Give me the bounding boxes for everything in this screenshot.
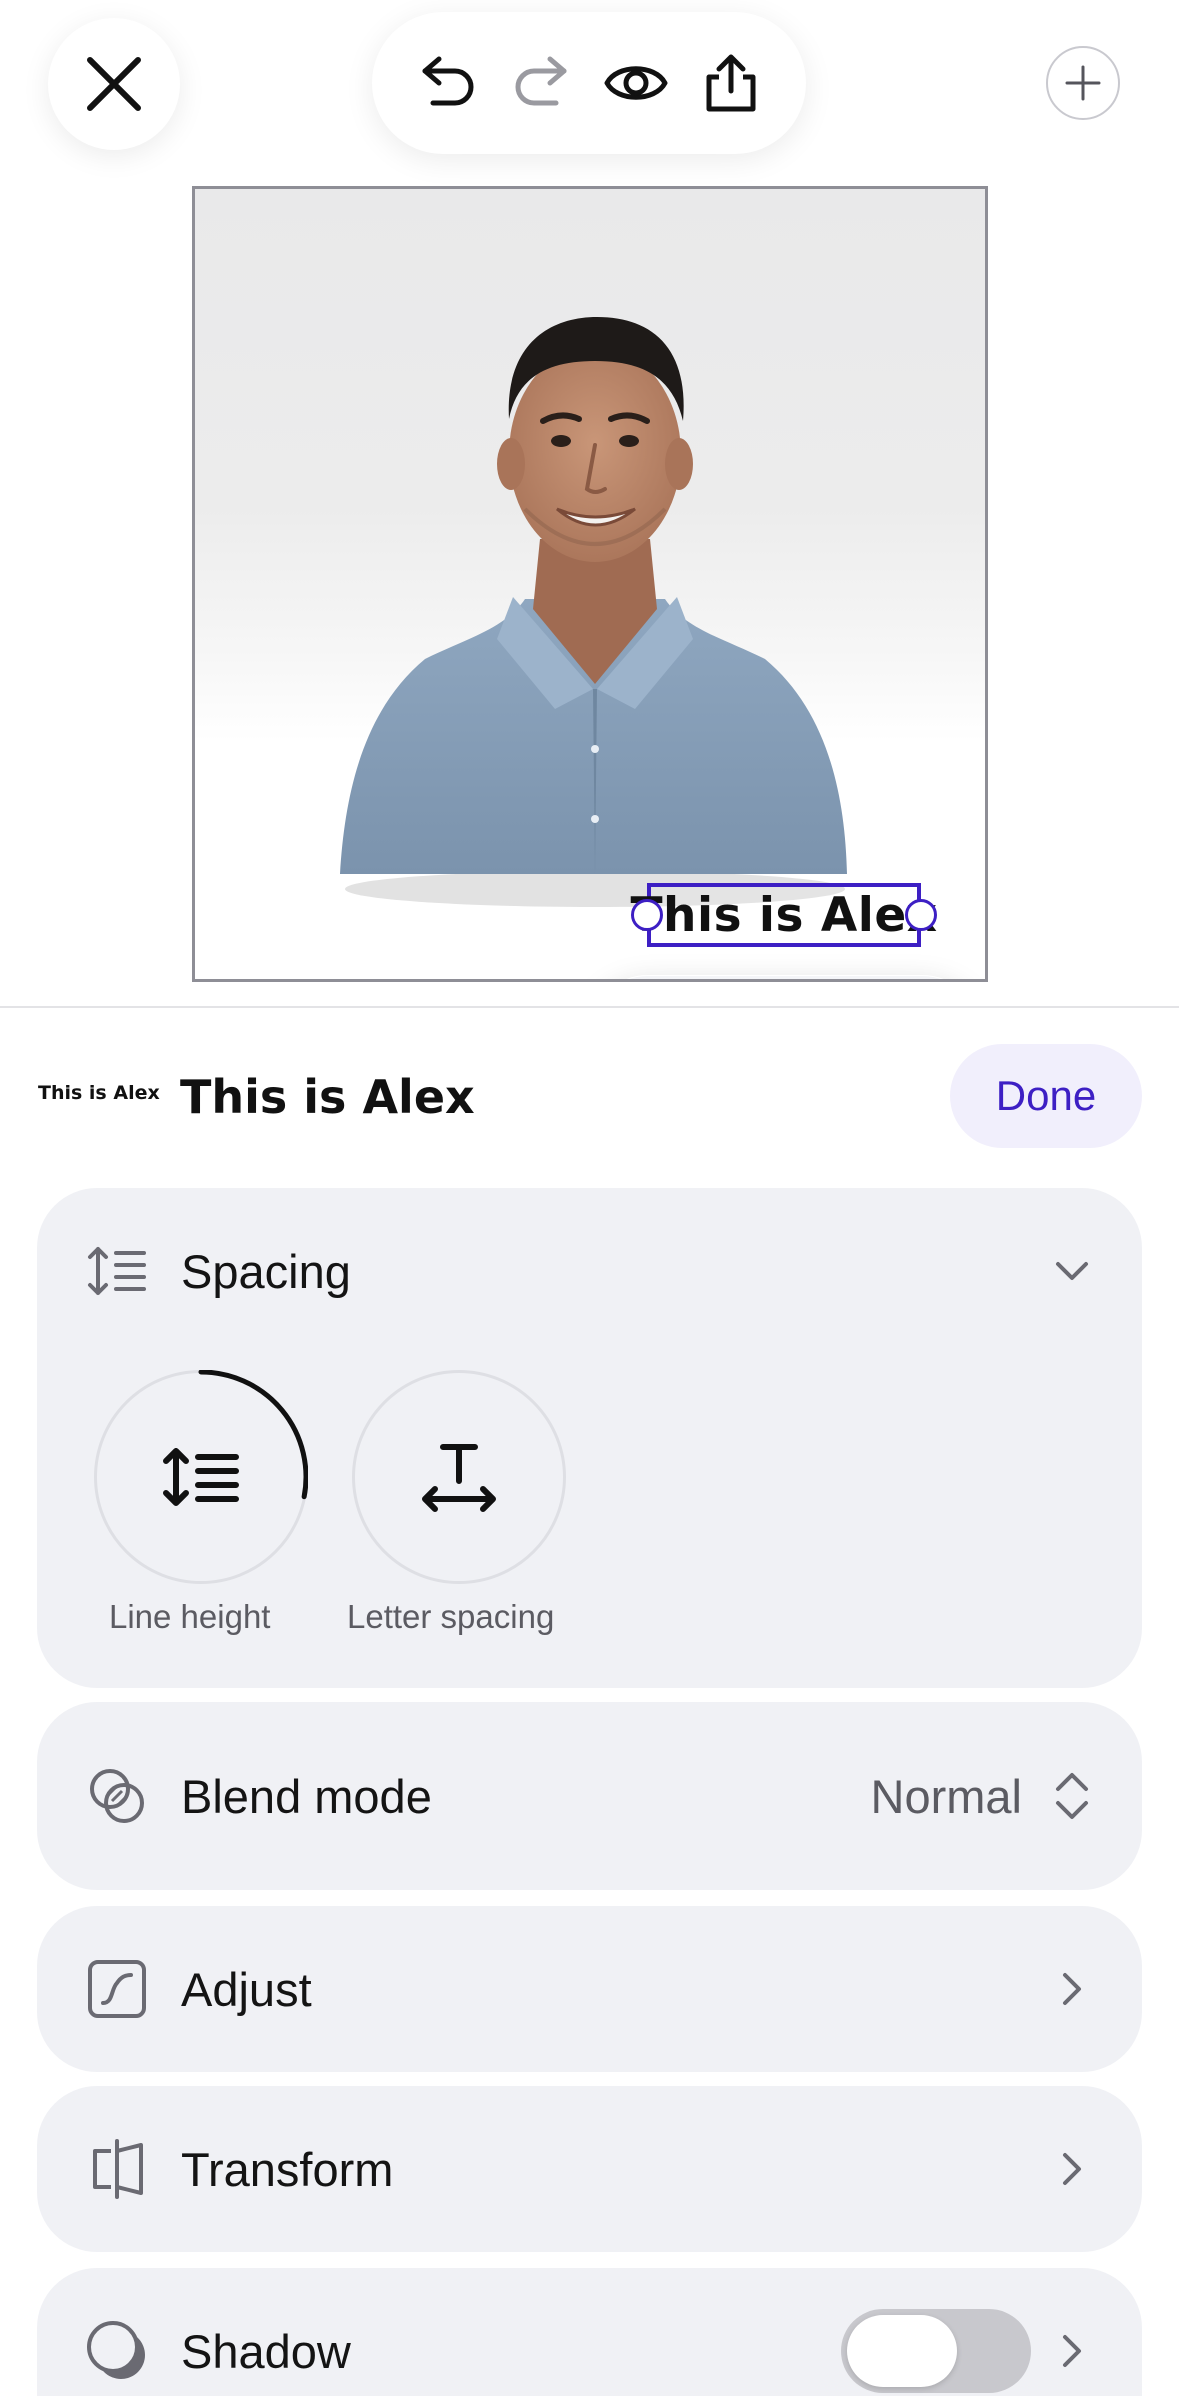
add-button[interactable]	[1046, 46, 1120, 120]
share-icon	[706, 54, 756, 112]
preview-button[interactable]	[596, 43, 676, 123]
up-down-chevron-icon	[1052, 1773, 1092, 1819]
spacing-section: Spacing Line height Letter spacing	[37, 1188, 1142, 1688]
portrait-photo	[340, 317, 847, 907]
blend-mode-icon	[85, 1764, 149, 1828]
adjust-row[interactable]: Adjust	[37, 1906, 1142, 2072]
canvas-area: This is Alex	[0, 170, 1179, 1006]
line-height-dial-arc	[198, 1370, 308, 1500]
transform-icon	[85, 2137, 149, 2201]
shadow-row[interactable]: Shadow	[37, 2268, 1142, 2396]
redo-button[interactable]	[502, 43, 582, 123]
chevron-right-icon	[1052, 1969, 1092, 2009]
transform-row[interactable]: Transform	[37, 2086, 1142, 2252]
transform-label: Transform	[181, 2142, 394, 2196]
toggle-knob	[847, 2315, 957, 2387]
close-icon	[87, 57, 141, 111]
blend-mode-row[interactable]: Blend mode Normal	[37, 1702, 1142, 1890]
resize-handle-right[interactable]	[905, 899, 937, 931]
resize-handle-left[interactable]	[631, 899, 663, 931]
chevron-right-icon	[1052, 2149, 1092, 2189]
letter-spacing-dial[interactable]	[352, 1370, 566, 1584]
close-button[interactable]	[48, 18, 180, 150]
undo-icon	[422, 56, 474, 106]
shadow-toggle[interactable]	[841, 2309, 1031, 2393]
selected-text-layer[interactable]: This is Alex	[630, 883, 937, 947]
edit-toolbar	[372, 12, 806, 154]
spacing-label: Spacing	[181, 1244, 351, 1298]
undo-button[interactable]	[407, 43, 487, 123]
floating-action-bar	[589, 975, 981, 979]
text-layer-content: This is Alex	[630, 887, 938, 943]
done-button[interactable]: Done	[950, 1044, 1142, 1148]
share-button[interactable]	[691, 43, 771, 123]
shadow-label: Shadow	[181, 2324, 351, 2378]
letter-spacing-icon	[422, 1444, 496, 1512]
adjust-curve-icon	[85, 1957, 149, 2021]
font-preview-thumbnail: This is Alex	[38, 1082, 160, 1104]
panel-header: This is Alex This is Alex Done	[0, 1040, 1179, 1150]
panel-divider	[0, 1006, 1179, 1008]
eye-icon	[604, 66, 668, 100]
plus-icon	[1065, 65, 1101, 101]
spacing-header[interactable]: Spacing	[37, 1188, 1142, 1354]
letter-spacing-label: Letter spacing	[347, 1598, 555, 1635]
line-height-label: Line height	[109, 1598, 271, 1635]
top-toolbar	[0, 0, 1179, 170]
blend-mode-label: Blend mode	[181, 1769, 432, 1823]
redo-icon	[515, 56, 567, 106]
adjust-label: Adjust	[181, 1962, 312, 2016]
design-frame[interactable]: This is Alex	[192, 186, 988, 982]
line-height-dial[interactable]	[94, 1370, 308, 1584]
blend-mode-value: Normal	[870, 1769, 1022, 1823]
chevron-down-icon	[1052, 1251, 1092, 1291]
shadow-icon	[85, 2319, 149, 2383]
layer-title: This is Alex	[180, 1070, 475, 1124]
chevron-right-icon	[1052, 2331, 1092, 2371]
spacing-icon	[85, 1239, 149, 1303]
